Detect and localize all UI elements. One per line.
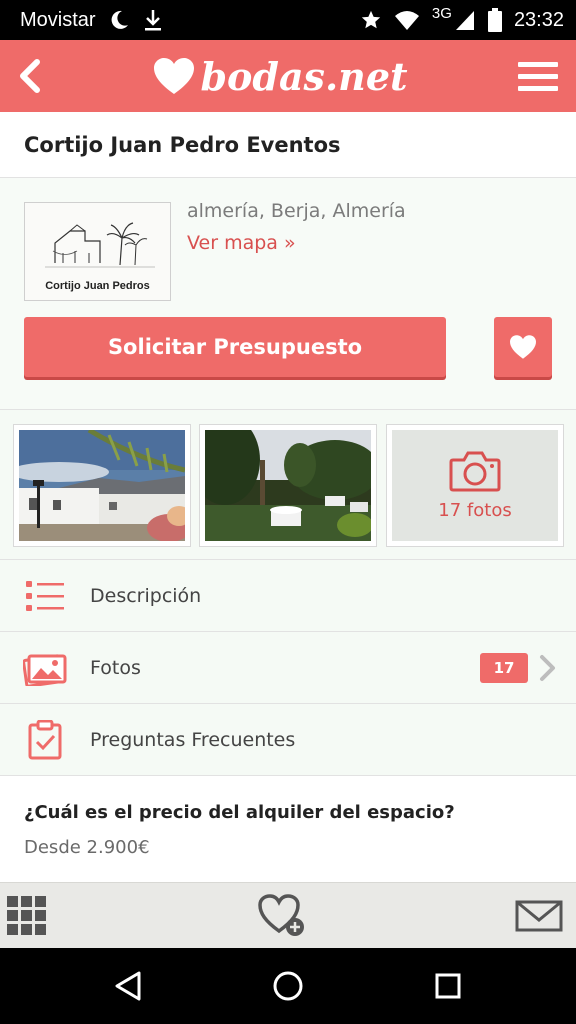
mail-icon[interactable]	[508, 883, 570, 949]
venue-logo: Cortijo Juan Pedros	[24, 202, 171, 301]
page-title: Cortijo Juan Pedro Eventos	[24, 132, 341, 157]
carrier-label: Movistar	[20, 8, 96, 31]
gallery-photo[interactable]	[13, 424, 191, 547]
menu-item-label: Fotos	[90, 656, 141, 679]
home-circle-icon[interactable]	[248, 948, 328, 1024]
menu-item-preguntas-frecuentes[interactable]: Preguntas Frecuentes	[0, 704, 576, 776]
camera-icon	[449, 451, 501, 492]
clipboard-check-icon	[28, 719, 62, 759]
map-link[interactable]: Ver mapa »	[187, 232, 296, 254]
menu-item-label: Preguntas Frecuentes	[90, 728, 296, 751]
download-icon	[142, 8, 164, 32]
menu-item-label: Descripción	[90, 584, 202, 607]
recents-square-icon[interactable]	[408, 948, 488, 1024]
more-photos-tile[interactable]: 17 fotos	[386, 424, 564, 547]
back-arrow-icon[interactable]	[0, 40, 60, 112]
photo-gallery: 17 fotos	[0, 410, 576, 560]
heart-icon	[510, 335, 536, 359]
section-menu: Descripción Fotos 17 Preguntas Frecuente…	[0, 560, 576, 776]
hamburger-menu-icon[interactable]	[500, 40, 576, 112]
moon-icon	[108, 9, 130, 31]
venue-logo-label: Cortijo Juan Pedros	[45, 280, 150, 292]
system-navigation-bar	[0, 948, 576, 1024]
menu-item-descripcion[interactable]: Descripción	[0, 560, 576, 632]
faq-card: ¿Cuál es el precio del alquiler del espa…	[0, 776, 576, 882]
venue-info: Cortijo Juan Pedros almería, Berja, Alme…	[0, 178, 576, 410]
logo-text: bodas.net	[200, 53, 408, 99]
heart-plus-icon[interactable]	[248, 883, 318, 949]
chevron-right-icon	[540, 655, 555, 681]
battery-icon	[487, 8, 502, 32]
request-quote-button[interactable]: Solicitar Presupuesto	[24, 317, 446, 377]
network-type: 3G	[431, 4, 452, 22]
back-triangle-icon[interactable]	[88, 948, 168, 1024]
app-bar: bodas.net	[0, 40, 576, 112]
photo-count-badge: 17	[480, 653, 528, 683]
menu-item-fotos[interactable]: Fotos 17	[0, 632, 576, 704]
venue-title-bar: Cortijo Juan Pedro Eventos	[0, 112, 576, 178]
bottom-toolbar	[0, 882, 576, 948]
grid-icon[interactable]	[0, 883, 54, 949]
signal-icon	[454, 9, 476, 31]
photo-count-label: 17 fotos	[438, 500, 512, 521]
faq-answer: Desde 2.900€	[24, 837, 150, 858]
favorite-button[interactable]	[494, 317, 552, 377]
faq-question: ¿Cuál es el precio del alquiler del espa…	[24, 802, 455, 823]
clock: 23:32	[513, 8, 564, 31]
logo-heart-icon	[154, 58, 195, 94]
photos-icon	[23, 653, 67, 686]
star-icon	[360, 9, 382, 31]
app-logo[interactable]: bodas.net	[60, 54, 500, 99]
venue-location: almería, Berja, Almería	[187, 200, 406, 222]
gallery-photo[interactable]	[199, 424, 377, 547]
list-icon	[26, 580, 64, 611]
status-bar: Movistar 3G 23:32	[0, 0, 576, 40]
wifi-icon	[394, 9, 420, 31]
